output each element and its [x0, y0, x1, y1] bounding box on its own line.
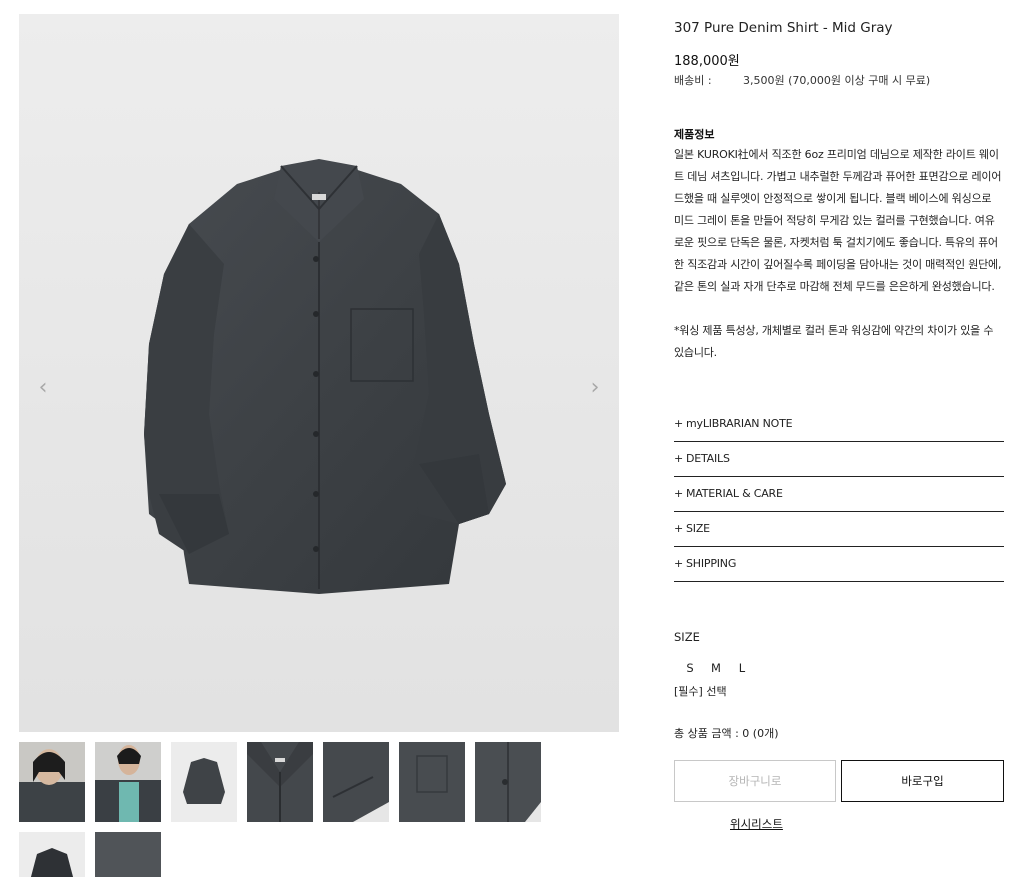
plus-icon: + [674, 417, 684, 430]
accordion-label: MATERIAL & CARE [686, 487, 783, 500]
product-title: 307 Pure Denim Shirt - Mid Gray [674, 20, 893, 36]
plus-icon: + [674, 452, 684, 465]
accordion-mylibrarian-note[interactable]: + myLIBRARIAN NOTE [674, 407, 1004, 442]
total-price: 총 상품 금액 : 0 (0개) [674, 727, 779, 740]
description-note: *워싱 제품 특성상, 개체별로 컬러 톤과 워싱감에 약간의 차이가 있을 수… [674, 324, 994, 359]
shipping-info: 배송비 : 3,500원 (70,000원 이상 구매 시 무료) [674, 72, 930, 88]
accordion-label: myLIBRARIAN NOTE [686, 417, 793, 430]
size-required-text: [필수] 선택 [674, 685, 727, 698]
thumbnail-1[interactable] [19, 742, 85, 822]
accordion-details[interactable]: + DETAILS [674, 442, 1004, 477]
size-option-s[interactable]: S [677, 661, 703, 675]
thumbnail-8[interactable] [19, 832, 85, 877]
thumbnail-7[interactable] [475, 742, 541, 822]
chevron-left-icon[interactable]: ‹ [33, 368, 53, 408]
size-option-l[interactable]: L [729, 661, 755, 675]
accordion-shipping[interactable]: + SHIPPING [674, 547, 1004, 582]
thumbnail-3[interactable] [171, 742, 237, 822]
thumbnail-6[interactable] [399, 742, 465, 822]
plus-icon: + [674, 557, 684, 570]
denim-shirt-image [144, 159, 506, 594]
accordion-material-care[interactable]: + MATERIAL & CARE [674, 477, 1004, 512]
product-price: 188,000원 [674, 54, 740, 69]
add-to-cart-button[interactable]: 장바구니로 [674, 760, 836, 802]
plus-icon: + [674, 522, 684, 535]
size-option-m[interactable]: M [703, 661, 729, 675]
shipping-value: 3,500원 (70,000원 이상 구매 시 무료) [743, 74, 931, 87]
thumbnail-4[interactable] [247, 742, 313, 822]
description-paragraph: 일본 KUROKI社에서 직조한 6oz 프리미엄 데님으로 제작한 라이트 웨… [674, 148, 1002, 293]
size-label: SIZE [674, 630, 700, 644]
size-options: SML [677, 657, 755, 676]
thumbnail-9[interactable] [95, 832, 161, 877]
description-heading: 제품정보 [674, 128, 715, 141]
wishlist-link[interactable]: 위시리스트 [730, 816, 783, 832]
thumbnail-5[interactable] [323, 742, 389, 822]
accordion-label: SIZE [686, 522, 710, 535]
accordion-size[interactable]: + SIZE [674, 512, 1004, 547]
info-accordion: + myLIBRARIAN NOTE + DETAILS + MATERIAL & C… [674, 407, 1004, 582]
accordion-label: SHIPPING [686, 557, 737, 570]
buy-now-button[interactable]: 바로구입 [841, 760, 1004, 802]
shipping-label: 배송비 : [674, 74, 712, 87]
accordion-label: DETAILS [686, 452, 730, 465]
product-description: 일본 KUROKI社에서 직조한 6oz 프리미엄 데님으로 제작한 라이트 웨… [674, 144, 1004, 386]
main-product-image: ‹ › [19, 14, 619, 732]
plus-icon: + [674, 487, 684, 500]
thumbnail-2[interactable] [95, 742, 161, 822]
chevron-right-icon[interactable]: › [585, 368, 605, 408]
